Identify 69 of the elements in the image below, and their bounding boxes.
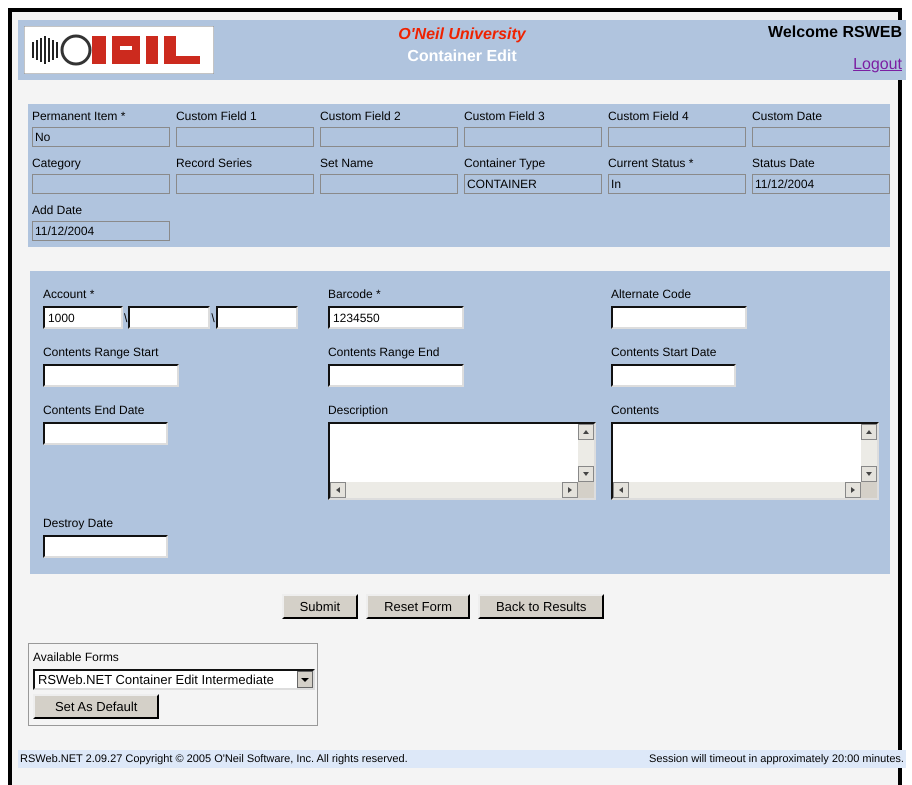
form-button[interactable]: Reset Form <box>366 594 470 619</box>
horizontal-scrollbar[interactable] <box>330 482 578 498</box>
readonly-field: 11/12/2004 <box>32 221 170 241</box>
scroll-up-icon[interactable] <box>578 424 594 440</box>
field-label: Description <box>328 403 390 418</box>
separator-text: \ <box>210 310 216 324</box>
field-label: Barcode * <box>328 287 382 302</box>
input-field[interactable]: 1000 <box>43 306 123 329</box>
field-label: Custom Field 3 <box>464 108 546 124</box>
field-label: Custom Field 2 <box>320 108 402 124</box>
date-field[interactable] <box>611 364 736 387</box>
welcome-text: Welcome RSWEB <box>768 24 902 42</box>
text-area[interactable] <box>328 422 596 500</box>
input-field[interactable] <box>611 306 747 329</box>
copyright-text: RSWeb.NET 2.09.27 Copyright © 2005 O'Neil Software, Inc. All rights reserved. <box>20 753 408 765</box>
page-title: Container Edit <box>407 48 517 66</box>
field-label: Permanent Item * <box>32 108 126 124</box>
scrollbar-corner <box>578 482 594 498</box>
field-label: Custom Date <box>752 108 824 124</box>
field-label: Record Series <box>176 155 254 171</box>
horizontal-scrollbar[interactable] <box>613 482 861 498</box>
readonly-field: CONTAINER <box>464 174 602 194</box>
field-label: Contents Start Date <box>611 345 718 360</box>
date-field[interactable] <box>43 535 168 558</box>
input-field[interactable] <box>216 306 298 329</box>
scroll-right-icon[interactable] <box>562 482 578 498</box>
readonly-field: No <box>32 127 170 147</box>
scroll-right-icon[interactable] <box>845 482 861 498</box>
field-label: Alternate Code <box>611 287 692 302</box>
input-field[interactable] <box>328 364 464 387</box>
field-label: Contents Range Start <box>43 345 160 360</box>
session-text: Session will timeout in approximately 20:00 minutes. <box>649 753 904 765</box>
form-button[interactable]: Submit <box>282 594 358 619</box>
vertical-scrollbar[interactable] <box>861 424 877 482</box>
field-label: Destroy Date <box>43 516 114 531</box>
input-field[interactable] <box>128 306 210 329</box>
field-label: Custom Field 4 <box>608 108 690 124</box>
form-button[interactable]: Back to Results <box>478 594 604 619</box>
field-label: Set Name <box>320 155 374 171</box>
field-label: Category <box>32 155 82 171</box>
readonly-field: 11/12/2004 <box>752 174 890 194</box>
field-label: Contents <box>611 403 660 418</box>
date-field[interactable] <box>43 422 168 445</box>
field-label: Status Date <box>752 155 816 171</box>
scrollbar-corner <box>861 482 877 498</box>
scroll-down-icon[interactable] <box>578 466 594 482</box>
input-field[interactable] <box>43 364 179 387</box>
logo-icon <box>24 26 214 74</box>
logout-link[interactable]: Logout <box>853 56 902 74</box>
input-field[interactable]: 1234550 <box>328 306 464 329</box>
scroll-left-icon[interactable] <box>613 482 629 498</box>
field-label: Account * <box>43 287 96 302</box>
form-select[interactable]: RSWeb.NET Container Edit Intermediate <box>33 669 315 690</box>
scroll-up-icon[interactable] <box>861 424 877 440</box>
set-default-button[interactable]: Set As Default <box>33 694 160 719</box>
field-label: Container Type <box>464 155 546 171</box>
readonly-field: In <box>608 174 746 194</box>
separator-text: \ <box>123 310 128 324</box>
organization-name: O'Neil University <box>398 26 526 44</box>
field-label: Contents Range End <box>328 345 440 360</box>
field-label: Custom Field 1 <box>176 108 258 124</box>
vertical-scrollbar[interactable] <box>578 424 594 482</box>
field-label: Available Forms <box>33 650 119 665</box>
field-label: Contents End Date <box>43 403 146 418</box>
field-label: Add Date <box>32 202 84 218</box>
text-area[interactable] <box>611 422 879 500</box>
field-label: Current Status * <box>608 155 694 171</box>
scroll-left-icon[interactable] <box>330 482 346 498</box>
scroll-down-icon[interactable] <box>861 466 877 482</box>
